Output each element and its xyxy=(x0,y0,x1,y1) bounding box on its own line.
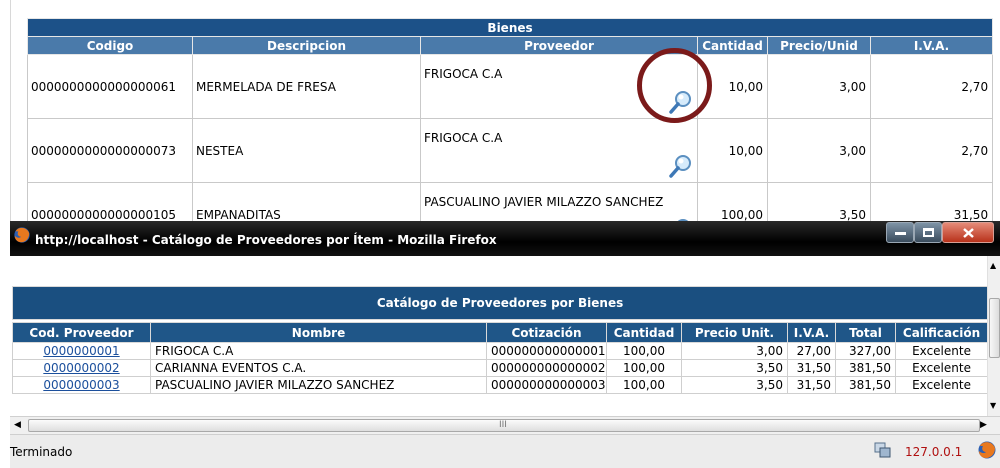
cell-cod-proveedor: 0000000001 xyxy=(12,342,151,360)
header-cantidad: Cantidad xyxy=(697,36,768,55)
proveedor-name: FRIGOCA C.A xyxy=(424,67,503,81)
popup-window: http://localhost - Catálogo de Proveedor… xyxy=(10,221,1000,468)
header-precio-unid: Precio/Unid xyxy=(767,36,871,55)
cell-codigo: 0000000000000000073 xyxy=(27,118,193,183)
horizontal-scroll-thumb[interactable]: III xyxy=(28,419,980,432)
close-button[interactable] xyxy=(942,222,994,243)
cell-descripcion: MERMELADA DE FRESA xyxy=(192,54,421,119)
cell-iva: 2,70 xyxy=(869,54,994,119)
table-row: 0000000000000000073 NESTEA FRIGOCA C.A 1… xyxy=(27,118,994,183)
proveedor-name: PASCUALINO JAVIER MILAZZO SANCHEZ xyxy=(424,195,664,209)
proveedor-name: FRIGOCA C.A xyxy=(424,131,503,145)
firefox-icon[interactable] xyxy=(977,440,997,460)
cell-nombre: CARIANNA EVENTOS C.A. xyxy=(150,359,487,377)
header-codigo: Codigo xyxy=(27,36,193,55)
cell-descripcion: NESTEA xyxy=(192,118,421,183)
cell-calificacion: Excelente xyxy=(894,376,989,394)
magnifier-icon[interactable] xyxy=(669,154,693,178)
proveedores-table: Catálogo de Proveedores por Bienes Cod. … xyxy=(11,286,989,394)
maximize-icon xyxy=(923,228,934,237)
proveedor-link[interactable]: 0000000002 xyxy=(43,361,119,375)
scroll-up-icon[interactable]: ▲ xyxy=(990,261,996,270)
window-title: http://localhost - Catálogo de Proveedor… xyxy=(35,233,497,247)
vertical-scroll-thumb[interactable] xyxy=(989,298,1000,358)
firefox-icon xyxy=(14,227,30,243)
cell-codigo: 0000000000000000061 xyxy=(27,54,193,119)
status-text: Terminado xyxy=(10,445,73,459)
table-row: 0000000001 FRIGOCA C.A 000000000000001 1… xyxy=(12,342,989,360)
status-host: 127.0.0.1 xyxy=(905,445,963,459)
cell-precio: 3,00 xyxy=(767,118,871,183)
cell-cantidad: 100,00 xyxy=(606,376,682,394)
table-row: 0000000003 PASCUALINO JAVIER MILAZZO SAN… xyxy=(12,376,989,394)
screen: Bienes Codigo Descripcion Proveedor Cant… xyxy=(0,0,1000,468)
cell-cod-proveedor: 0000000003 xyxy=(12,376,151,394)
page-divider xyxy=(10,0,11,230)
cell-cotizacion: 000000000000003 xyxy=(486,376,607,394)
minimize-button[interactable] xyxy=(886,222,914,243)
scroll-right-icon[interactable]: ▶ xyxy=(980,420,987,430)
cell-nombre: PASCUALINO JAVIER MILAZZO SANCHEZ xyxy=(150,376,487,394)
maximize-button[interactable] xyxy=(914,222,942,243)
cell-iva: 31,50 xyxy=(787,359,836,377)
header-iva: I.V.A. xyxy=(787,322,836,343)
popup-content: Catálogo de Proveedores por Bienes Cod. … xyxy=(10,256,1000,416)
header-cotizacion: Cotización xyxy=(486,322,607,343)
cell-calificacion: Excelente xyxy=(894,342,989,360)
header-calificacion: Calificación xyxy=(894,322,989,343)
bienes-table-title: Bienes xyxy=(26,18,994,37)
cell-iva: 31,50 xyxy=(787,376,836,394)
cell-cantidad: 100,00 xyxy=(606,342,682,360)
cell-total: 327,00 xyxy=(835,342,896,360)
network-icon[interactable] xyxy=(874,442,892,458)
header-descripcion: Descripcion xyxy=(192,36,421,55)
cell-precio: 3,50 xyxy=(681,376,788,394)
cell-total: 381,50 xyxy=(835,359,896,377)
header-total: Total xyxy=(835,322,896,343)
header-cantidad: Cantidad xyxy=(606,322,682,343)
cell-nombre: FRIGOCA C.A xyxy=(150,342,487,360)
header-iva: I.V.A. xyxy=(869,36,994,55)
header-cod-proveedor: Cod. Proveedor xyxy=(12,322,151,343)
cell-cantidad: 10,00 xyxy=(697,118,768,183)
minimize-icon xyxy=(895,232,906,235)
bienes-table: Bienes Codigo Descripcion Proveedor Cant… xyxy=(26,18,994,247)
proveedor-link[interactable]: 0000000001 xyxy=(43,344,119,358)
cell-cantidad: 100,00 xyxy=(606,359,682,377)
scroll-down-icon[interactable]: ▼ xyxy=(990,401,996,410)
status-bar: Terminado 127.0.0.1 xyxy=(10,434,1000,468)
horizontal-scrollbar[interactable]: ◀ III ▶ xyxy=(10,416,1000,434)
table-row: 0000000002 CARIANNA EVENTOS C.A. 0000000… xyxy=(12,359,989,377)
header-nombre: Nombre xyxy=(150,322,487,343)
scroll-grip-icon: III xyxy=(499,420,507,430)
cell-cotizacion: 000000000000001 xyxy=(486,342,607,360)
highlight-circle xyxy=(637,48,712,123)
close-icon xyxy=(963,228,974,238)
header-precio-unit: Precio Unit. xyxy=(681,322,788,343)
scroll-left-icon[interactable]: ◀ xyxy=(14,420,21,430)
cell-total: 381,50 xyxy=(835,376,896,394)
cell-iva: 2,70 xyxy=(869,118,994,183)
cell-precio: 3,00 xyxy=(681,342,788,360)
cell-precio: 3,00 xyxy=(767,54,871,119)
window-titlebar[interactable]: http://localhost - Catálogo de Proveedor… xyxy=(10,221,1000,256)
cell-iva: 27,00 xyxy=(787,342,836,360)
cell-cotizacion: 000000000000002 xyxy=(486,359,607,377)
cell-proveedor: FRIGOCA C.A xyxy=(420,118,698,183)
cell-cod-proveedor: 0000000002 xyxy=(12,359,151,377)
vertical-scrollbar[interactable]: ▲ ▼ xyxy=(987,256,1000,416)
cell-calificacion: Excelente xyxy=(894,359,989,377)
proveedor-link[interactable]: 0000000003 xyxy=(43,378,119,392)
cell-precio: 3,50 xyxy=(681,359,788,377)
background-page: Bienes Codigo Descripcion Proveedor Cant… xyxy=(0,0,1000,247)
proveedores-table-title: Catálogo de Proveedores por Bienes xyxy=(11,286,989,320)
table-row: 0000000000000000061 MERMELADA DE FRESA F… xyxy=(27,54,994,119)
